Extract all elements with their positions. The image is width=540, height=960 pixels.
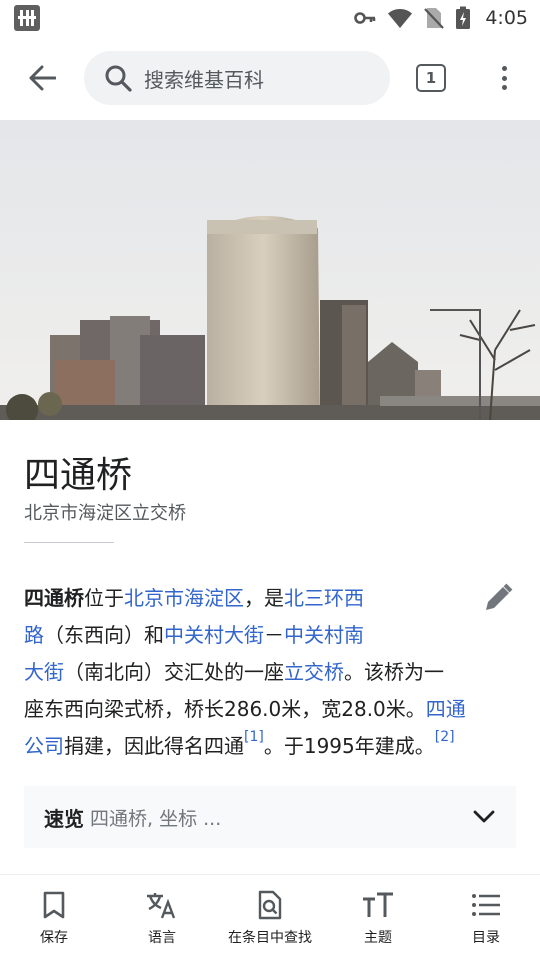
- bottom-navigation: 保存 语言 在条目中查找 主题 目录: [0, 874, 540, 960]
- overflow-menu-button[interactable]: [490, 62, 518, 94]
- reference-link[interactable]: [2]: [435, 729, 455, 745]
- tabs-button[interactable]: 1: [416, 64, 446, 92]
- page-title: 四通桥: [24, 455, 133, 496]
- article-line: 座东西向梁式桥，桥长286.0米，宽28.0米。四通: [24, 691, 520, 728]
- lead-image[interactable]: [0, 120, 540, 420]
- status-icons: 4:05: [353, 6, 528, 30]
- text-format-icon: [363, 892, 393, 917]
- no-sim-icon: [424, 8, 445, 29]
- top-toolbar: 搜索维基百科 1: [0, 36, 540, 120]
- translate-icon: [147, 893, 176, 919]
- nav-contents-label: 目录: [472, 930, 500, 946]
- article-link[interactable]: 大街: [24, 660, 64, 684]
- title-divider: [24, 542, 114, 543]
- article-text: 。该桥为一: [344, 660, 444, 684]
- article-link[interactable]: 路: [24, 623, 44, 647]
- find-in-page-icon: [258, 890, 282, 920]
- nav-language[interactable]: 语言: [108, 875, 216, 960]
- tabs-count: 1: [425, 69, 437, 87]
- more-vert-icon: [501, 66, 507, 71]
- app-notification-icon: [14, 5, 40, 31]
- arrow-back-icon: [29, 65, 56, 91]
- nav-find-in-page[interactable]: 在条目中查找: [216, 875, 324, 960]
- search-icon: [105, 65, 132, 92]
- nav-contents[interactable]: 目录: [432, 875, 540, 960]
- article-line: 四通桥位于北京市海淀区，是北三环西: [24, 580, 520, 617]
- article-link[interactable]: 立交桥: [284, 660, 344, 684]
- article-line: 公司捐建，因此得名四通[1]。于1995年建成。[2]: [24, 728, 520, 765]
- back-button[interactable]: [22, 62, 62, 94]
- nav-language-label: 语言: [148, 930, 176, 946]
- article-text: （南北向）交汇处的一座: [64, 660, 284, 684]
- nav-theme[interactable]: 主题: [324, 875, 432, 960]
- article-text: 。于1995年建成。: [263, 734, 435, 758]
- article-bold-term: 四通桥: [24, 586, 84, 610]
- article-link[interactable]: 四通: [426, 697, 466, 721]
- search-bar[interactable]: 搜索维基百科: [84, 51, 390, 105]
- clock: 4:05: [485, 7, 528, 29]
- nav-save[interactable]: 保存: [0, 875, 108, 960]
- article-text: （东西向）和: [44, 623, 164, 647]
- quick-facts-summary: 四通桥, 坐标 ...: [90, 807, 222, 830]
- article-link[interactable]: 中关村大街: [164, 623, 264, 647]
- article-link[interactable]: 北三环西: [284, 586, 364, 610]
- bookmark-icon: [43, 891, 65, 919]
- nav-find-label: 在条目中查找: [228, 930, 312, 946]
- page-description: 北京市海淀区立交桥: [24, 503, 186, 524]
- list-icon: [472, 894, 500, 916]
- edit-button[interactable]: [480, 580, 516, 616]
- status-bar: 4:05: [0, 0, 540, 36]
- wifi-icon: [388, 9, 413, 28]
- nav-theme-label: 主题: [364, 930, 392, 946]
- article-text: 位于: [84, 586, 124, 610]
- pencil-icon: [486, 583, 513, 610]
- article-line: 大街（南北向）交汇处的一座立交桥。该桥为一: [24, 654, 520, 691]
- search-placeholder: 搜索维基百科: [144, 67, 264, 92]
- article-text: ，是: [244, 586, 284, 610]
- article-link[interactable]: 北京市海淀区: [124, 586, 244, 610]
- quick-facts-panel[interactable]: 速览 四通桥, 坐标 ...: [24, 786, 516, 848]
- article-line: 路（东西向）和中关村大街－中关村南: [24, 617, 520, 654]
- lead-photo: [0, 120, 540, 420]
- article-text: 捐建，因此得名四通: [64, 734, 244, 758]
- nav-save-label: 保存: [40, 930, 68, 946]
- battery-charging-icon: [456, 6, 471, 29]
- article-text: 座东西向梁式桥，桥长286.0米，宽28.0米。: [24, 697, 426, 721]
- article-link[interactable]: 中关村南: [284, 623, 364, 647]
- reference-link[interactable]: [1]: [244, 729, 264, 745]
- key-icon: [354, 12, 376, 24]
- article-body: 四通桥位于北京市海淀区，是北三环西 路（东西向）和中关村大街－中关村南 大街（南北向…: [24, 580, 520, 765]
- chevron-down-icon: [473, 810, 495, 823]
- quick-facts-label: 速览: [44, 806, 84, 831]
- article-text: －: [264, 623, 284, 647]
- article-link[interactable]: 公司: [24, 734, 64, 758]
